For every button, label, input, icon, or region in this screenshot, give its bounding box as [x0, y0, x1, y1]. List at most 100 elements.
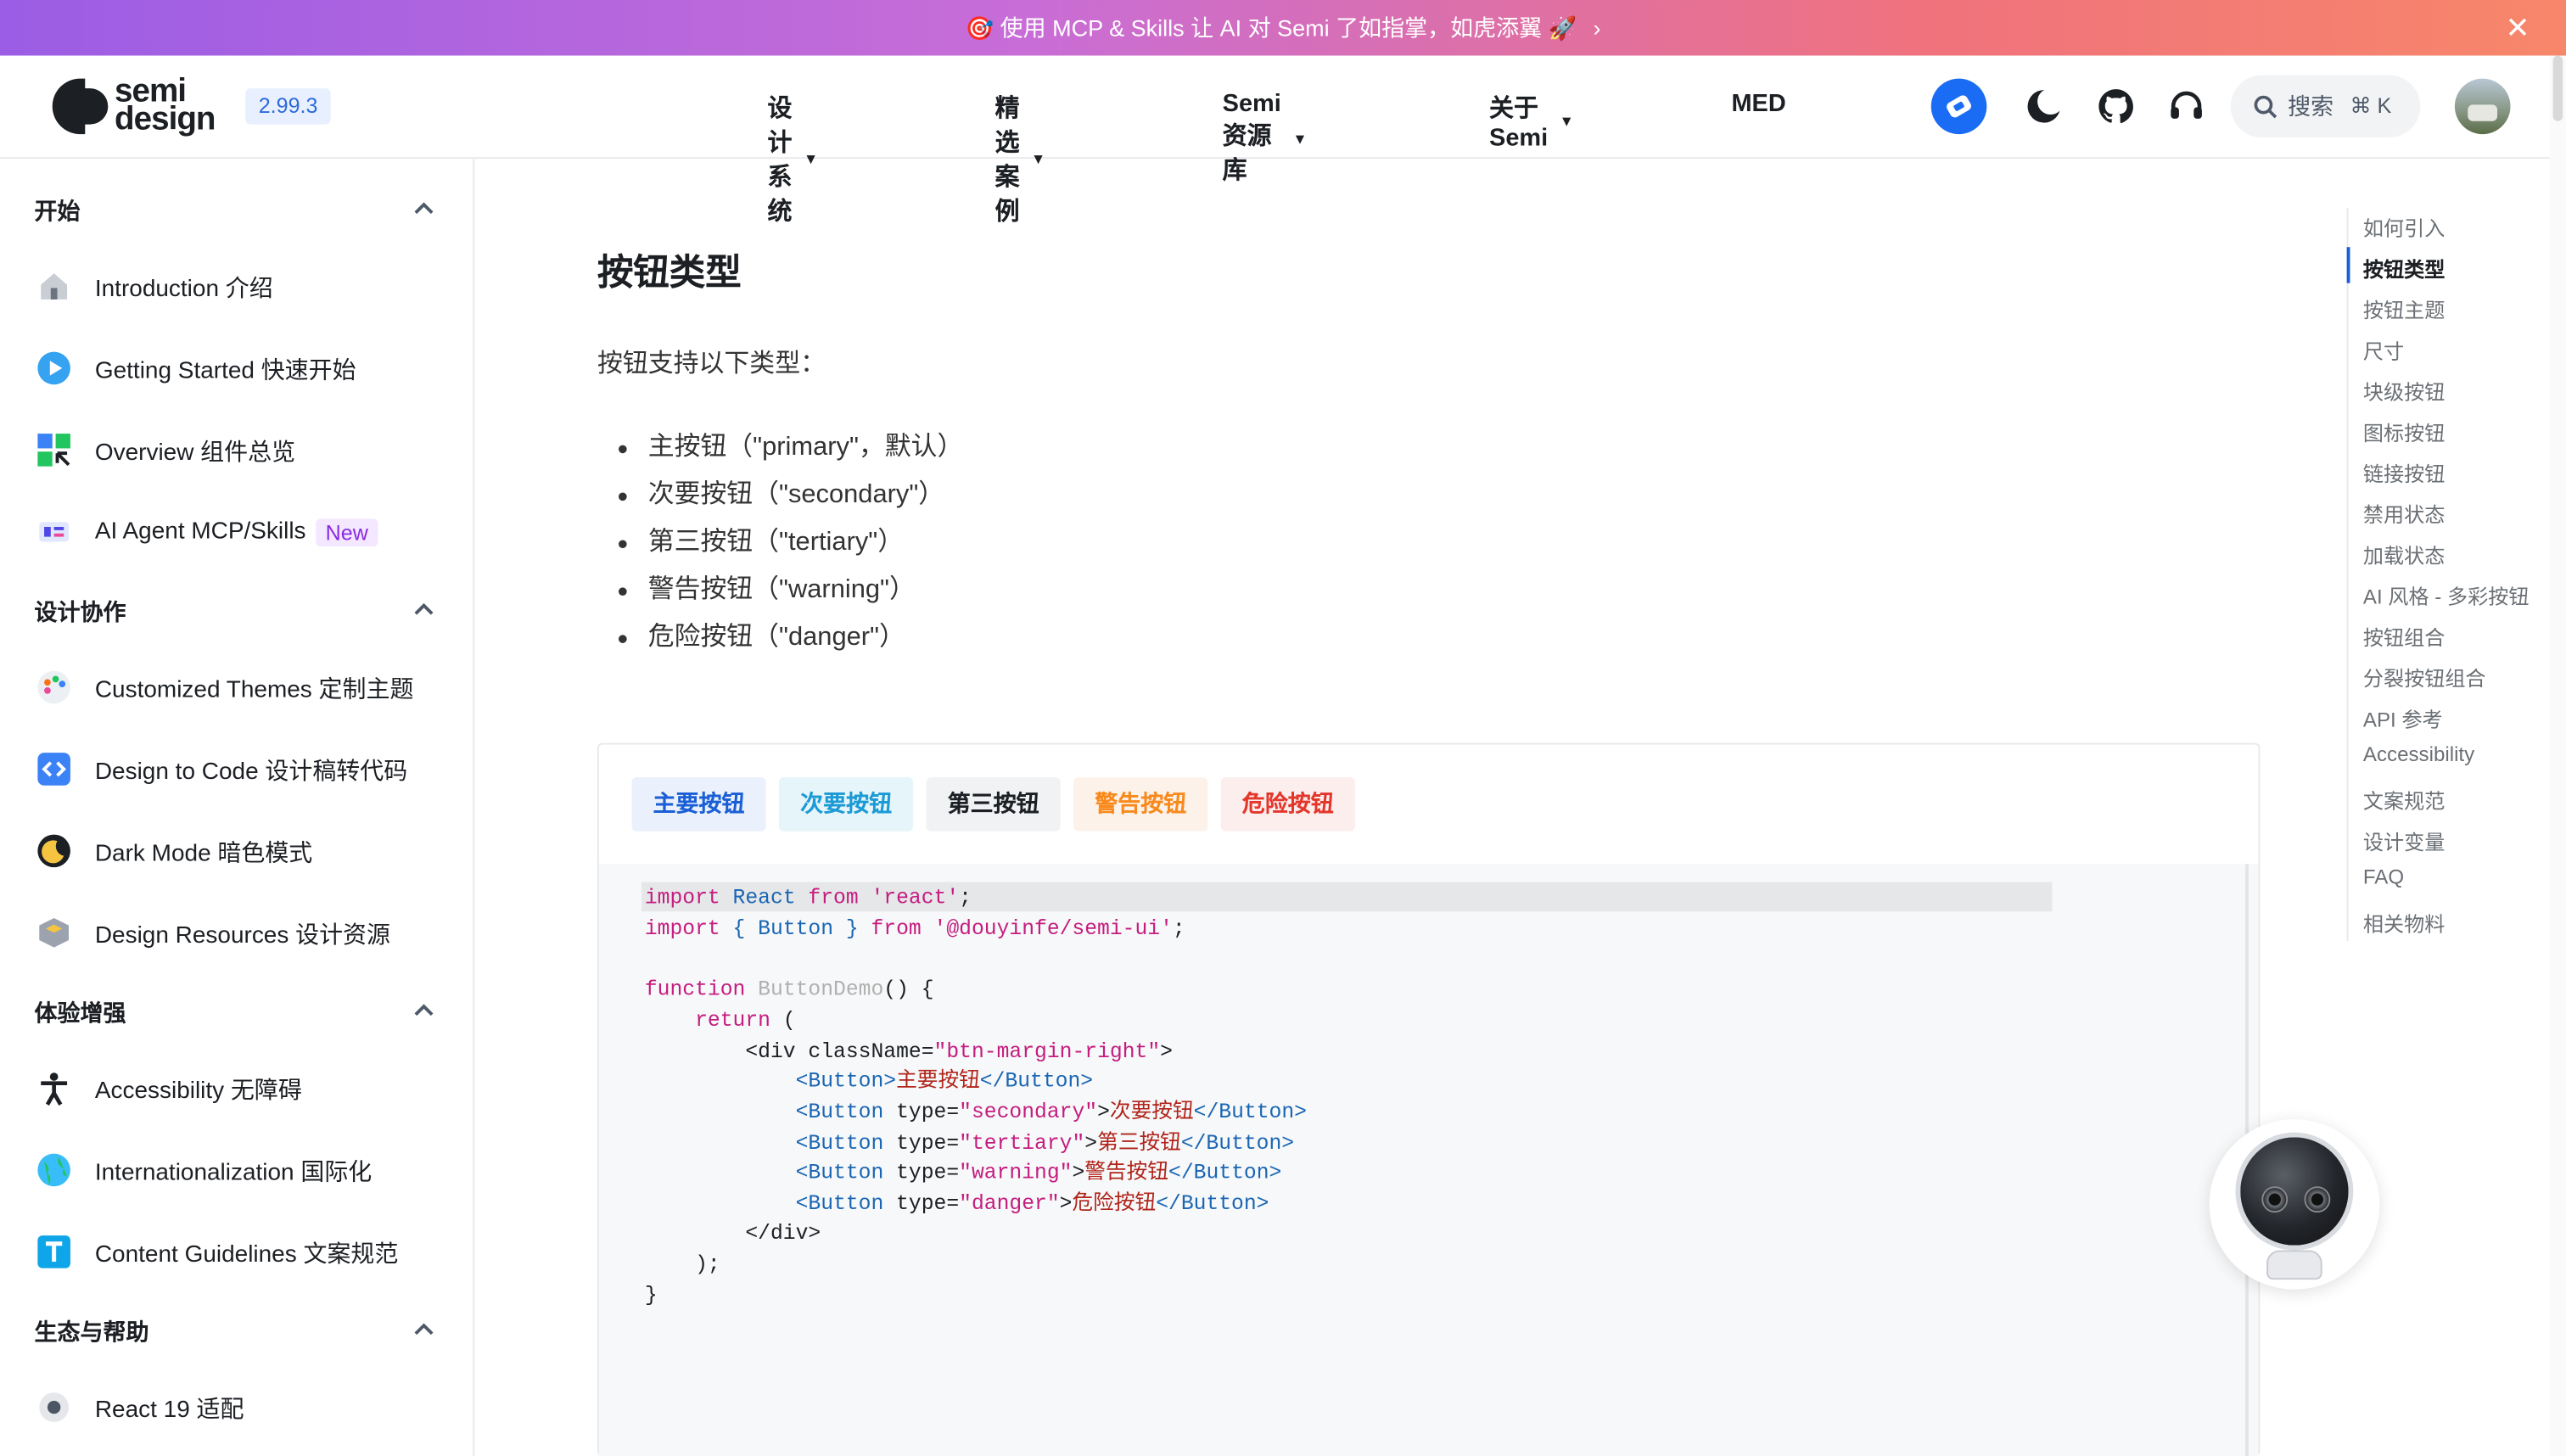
top-header: semi design 2.99.3 设计系统 ▼ 精选案例 ▼ Semi 资源… — [0, 55, 2550, 226]
toc-item[interactable]: AI 风格 - 多彩按钮 — [2363, 580, 2530, 611]
danger-button[interactable]: 危险按钮 — [1220, 777, 1355, 832]
caret-down-icon: ▼ — [1559, 113, 1574, 130]
page-title: 按钮类型 — [597, 252, 742, 294]
version-badge[interactable]: 2.99.3 — [245, 88, 331, 125]
code-line: <Button type="tertiary">第三按钮</Button> — [795, 1130, 1295, 1156]
sidebar-item-design-resources[interactable]: Design Resources 设计资源 — [35, 913, 390, 952]
github-icon[interactable] — [2088, 79, 2144, 135]
chevron-up-icon[interactable] — [412, 599, 435, 622]
play-icon — [35, 349, 74, 388]
secondary-button[interactable]: 次要按钮 — [779, 777, 914, 832]
chevron-up-icon[interactable] — [412, 1319, 435, 1341]
moon-icon[interactable] — [2016, 79, 2072, 135]
toc-item-active[interactable]: 按钮类型 — [2363, 252, 2445, 283]
toc-item[interactable]: Accessibility — [2363, 743, 2474, 766]
primary-button[interactable]: 主要按钮 — [631, 777, 766, 832]
semi-plugin-icon[interactable] — [1930, 78, 1987, 135]
toc-rail — [2346, 207, 2349, 941]
sidebar-item-label: Design to Code 设计稿转代码 — [94, 758, 408, 785]
code-line: function ButtonDemo() { — [644, 977, 934, 1002]
intro-text: 按钮支持以下类型： — [597, 350, 826, 378]
nav-med[interactable]: MED — [1731, 90, 1785, 118]
toc-item[interactable]: 如何引入 — [2363, 211, 2445, 243]
code-line: <Button type="secondary">次要按钮</Button> — [795, 1100, 1307, 1124]
sidebar-item-label: AI Agent MCP/Skills — [94, 518, 306, 546]
toc-item[interactable]: 尺寸 — [2363, 333, 2404, 365]
toc-item[interactable]: 文案规范 — [2363, 784, 2445, 815]
sidebar-section-experience[interactable]: 体验增强 — [35, 997, 126, 1030]
nav-label: MED — [1731, 90, 1786, 118]
toc-item[interactable]: 加载状态 — [2363, 539, 2445, 570]
sidebar-section-design-collab[interactable]: 设计协作 — [35, 596, 126, 629]
announcement-banner[interactable]: 🎯 使用 MCP & Skills 让 AI 对 Semi 了如指掌，如虎添翼 … — [0, 0, 2566, 56]
sidebar-item-ai-agent[interactable]: AI Agent MCP/Skills New — [35, 512, 378, 552]
text-icon — [35, 1232, 74, 1271]
semi-design-logo[interactable]: semi design — [52, 76, 216, 138]
headset-icon[interactable] — [2159, 79, 2215, 135]
sidebar-item-content-guidelines[interactable]: Content Guidelines 文案规范 — [35, 1232, 399, 1271]
page-scrollbar[interactable] — [2549, 55, 2566, 1456]
new-badge: New — [316, 518, 378, 546]
chevron-up-icon[interactable] — [412, 198, 435, 221]
code-line: import { Button } from '@douyinfe/semi-u… — [644, 916, 1185, 941]
list-item: 警告按钮（"warning"） — [619, 571, 963, 619]
logo-text: semi design — [115, 76, 216, 138]
scrollbar-thumb[interactable] — [2552, 55, 2563, 121]
sidebar-item-design-to-code[interactable]: Design to Code 设计稿转代码 — [35, 749, 408, 788]
sidebar-item-getting-started[interactable]: Getting Started 快速开始 — [35, 349, 356, 388]
sidebar-section-start[interactable]: 开始 — [35, 195, 81, 228]
chevron-up-icon[interactable] — [412, 1000, 435, 1022]
semi-logo-icon — [52, 76, 109, 137]
sidebar-item-react19[interactable]: React 19 适配 — [35, 1387, 244, 1426]
toc-item[interactable]: 块级按钮 — [2363, 375, 2445, 406]
react-icon — [35, 1387, 74, 1426]
toc-item[interactable]: 禁用状态 — [2363, 497, 2445, 529]
sidebar-item-label: Introduction 介绍 — [94, 275, 273, 302]
code-line: <Button type="danger">危险按钮</Button> — [795, 1191, 1269, 1216]
ai-agent-icon — [35, 512, 74, 552]
sidebar-item-introduction[interactable]: Introduction 介绍 — [35, 266, 273, 305]
toc-item[interactable]: 图标按钮 — [2363, 416, 2445, 447]
toc-item[interactable]: FAQ — [2363, 865, 2404, 888]
sidebar-item-i18n[interactable]: Internationalization 国际化 — [35, 1151, 373, 1190]
sidebar-item-label: Design Resources 设计资源 — [94, 921, 390, 949]
home-icon — [35, 266, 74, 305]
toc-item[interactable]: 按钮组合 — [2363, 620, 2445, 652]
sidebar-item-dark-mode[interactable]: Dark Mode 暗色模式 — [35, 832, 312, 871]
sidebar-item-customized-themes[interactable]: Customized Themes 定制主题 — [35, 668, 413, 707]
sidebar-item-label: Content Guidelines 文案规范 — [94, 1240, 399, 1268]
code-block[interactable]: import React from 'react'; import { Butt… — [598, 864, 2259, 1456]
nav-about[interactable]: 关于 Semi ▼ — [1489, 90, 1574, 153]
warning-button[interactable]: 警告按钮 — [1073, 777, 1208, 832]
tertiary-button[interactable]: 第三按钮 — [926, 777, 1061, 832]
toc-item[interactable]: 按钮主题 — [2363, 293, 2445, 324]
avatar[interactable] — [2454, 78, 2511, 135]
toc-active-indicator — [2346, 247, 2350, 283]
sidebar-item-label: Overview 组件总览 — [94, 439, 296, 466]
demo-button-row: 主要按钮 次要按钮 第三按钮 警告按钮 危险按钮 — [631, 777, 1355, 832]
search-button[interactable]: 搜索 ⌘ K — [2230, 75, 2421, 138]
list-item: 主按钮（"primary"，默认） — [619, 428, 963, 476]
toc-item[interactable]: 设计变量 — [2363, 825, 2445, 856]
toc-item[interactable]: API 参考 — [2363, 702, 2443, 733]
toc-item[interactable]: 链接按钮 — [2363, 456, 2445, 488]
ai-assistant-robot-icon[interactable] — [2209, 1119, 2380, 1290]
list-item: 次要按钮（"secondary"） — [619, 476, 963, 524]
search-placeholder: 搜索 — [2288, 92, 2334, 120]
code-line: import React from 'react'; — [644, 885, 972, 910]
code-line: <Button>主要按钮</Button> — [795, 1068, 1094, 1094]
sidebar-item-accessibility[interactable]: Accessibility 无障碍 — [35, 1068, 302, 1107]
sidebar-section-ecosystem[interactable]: 生态与帮助 — [35, 1316, 149, 1349]
sidebar-item-overview[interactable]: Overview 组件总览 — [35, 430, 296, 469]
search-icon — [2254, 94, 2277, 118]
chevron-right-icon[interactable]: › — [1594, 14, 1601, 41]
button-type-list: 主按钮（"primary"，默认） 次要按钮（"secondary"） 第三按钮… — [619, 428, 963, 666]
toc-item[interactable]: 相关物料 — [2363, 906, 2445, 938]
close-icon[interactable]: ✕ — [2506, 13, 2530, 42]
code-line: <div className="btn-margin-right"> — [745, 1039, 1173, 1064]
toc-item[interactable]: 分裂按钮组合 — [2363, 661, 2486, 692]
banner-text[interactable]: 🎯 使用 MCP & Skills 让 AI 对 Semi 了如指掌，如虎添翼 … — [965, 12, 1577, 45]
code-icon — [35, 749, 74, 788]
sidebar-item-label: Internationalization 国际化 — [94, 1159, 373, 1186]
logo-line-2: design — [115, 101, 216, 138]
